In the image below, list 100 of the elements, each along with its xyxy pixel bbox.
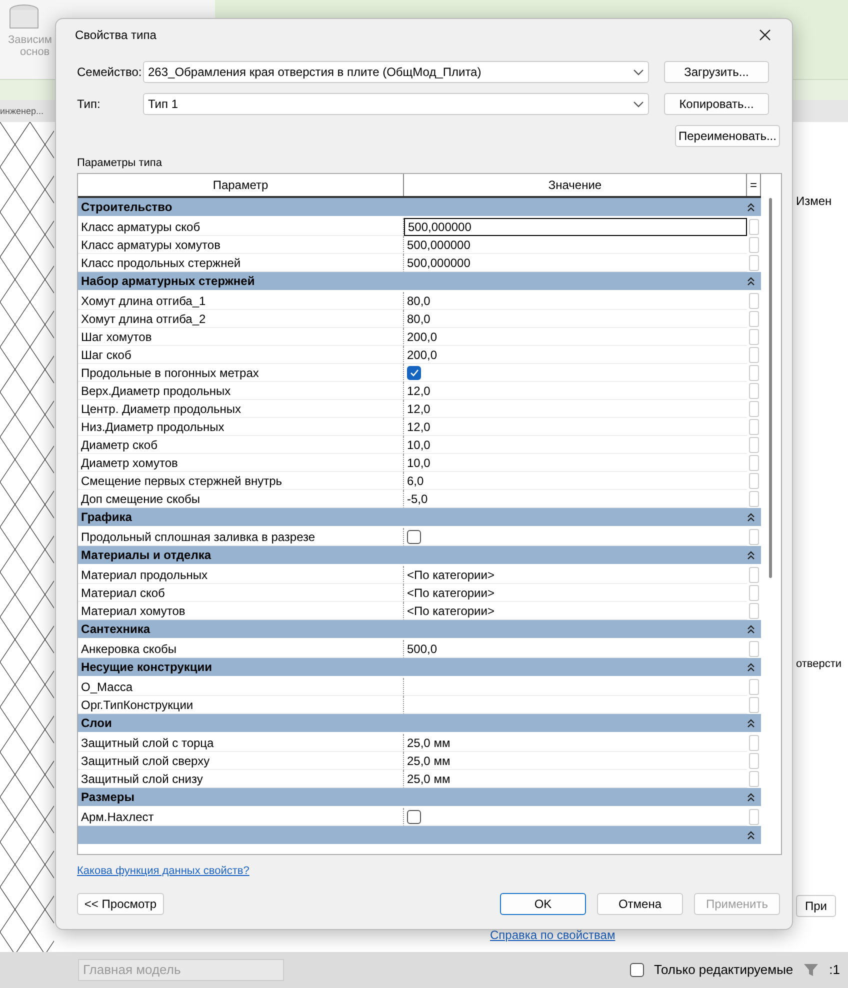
field-label: Тип: xyxy=(77,97,102,111)
scrollbar-thumb[interactable] xyxy=(768,198,772,578)
parameter-value[interactable]: 25,0 мм xyxy=(404,752,747,770)
associate-parameter-button[interactable] xyxy=(749,641,759,657)
associate-parameter-button[interactable] xyxy=(749,771,759,787)
parameter-value[interactable]: 12,0 xyxy=(404,400,747,418)
dialog-title: Свойства типа xyxy=(74,28,156,42)
side-button[interactable]: Копировать... xyxy=(664,93,769,115)
collapse-icon[interactable] xyxy=(747,202,755,212)
parameter-value[interactable]: 80,0 xyxy=(404,292,747,310)
field-label: Семейство: xyxy=(77,65,143,79)
group-header[interactable]: Набор арматурных стержней xyxy=(78,272,761,292)
collapse-icon[interactable] xyxy=(747,624,755,634)
ribbon-label: основ xyxy=(20,46,50,58)
parameter-value[interactable]: 200,0 xyxy=(404,346,747,364)
dropdown-caret-icon[interactable] xyxy=(633,100,644,108)
apply-button[interactable]: При xyxy=(796,894,836,917)
parameter-value[interactable]: 10,0 xyxy=(404,454,747,472)
view-tab[interactable]: инженер... xyxy=(0,106,44,116)
group-header[interactable]: Несущие конструкции xyxy=(78,658,761,678)
parameter-name: Материал скоб xyxy=(78,584,404,602)
parameter-name: Верх.Диаметр продольных xyxy=(78,382,404,400)
value-checkbox[interactable] xyxy=(407,366,421,380)
dropdown-caret-icon[interactable] xyxy=(633,68,644,76)
associate-parameter-button[interactable] xyxy=(749,419,759,435)
associate-parameter-button[interactable] xyxy=(749,585,759,601)
associate-parameter-button[interactable] xyxy=(749,679,759,695)
associate-parameter-button[interactable] xyxy=(749,365,759,381)
side-button[interactable]: Загрузить... xyxy=(664,61,769,83)
parameter-name: Смещение первых стержней внутрь xyxy=(78,472,404,490)
collapse-icon[interactable] xyxy=(747,830,755,840)
parameter-value[interactable]: 10,0 xyxy=(404,436,747,454)
collapse-icon[interactable] xyxy=(747,718,755,728)
associate-parameter-button[interactable] xyxy=(749,567,759,583)
parameter-name: Класс арматуры скоб xyxy=(78,218,404,236)
property-value: отверсти xyxy=(796,658,843,670)
associate-parameter-button[interactable] xyxy=(749,255,759,271)
parameter-value[interactable]: 200,0 xyxy=(404,328,747,346)
group-header[interactable]: Размеры xyxy=(78,788,761,808)
associate-parameter-button[interactable] xyxy=(749,455,759,471)
parameter-value[interactable]: <По категории> xyxy=(404,584,747,602)
associate-parameter-button[interactable] xyxy=(749,237,759,253)
associate-parameter-button[interactable] xyxy=(749,603,759,619)
parameter-value[interactable]: 25,0 мм xyxy=(404,734,747,752)
editable-only-checkbox[interactable] xyxy=(630,962,644,977)
parameter-name: О_Масса xyxy=(78,678,404,696)
help-link[interactable]: Какова функция данных свойств? xyxy=(77,865,250,877)
group-header[interactable]: Материалы и отделка xyxy=(78,546,761,566)
associate-parameter-button[interactable] xyxy=(749,401,759,417)
associate-parameter-button[interactable] xyxy=(749,697,759,713)
preview-button[interactable]: << Просмотр xyxy=(77,893,164,915)
associate-parameter-button[interactable] xyxy=(749,219,759,235)
collapse-icon[interactable] xyxy=(747,792,755,802)
associate-parameter-button[interactable] xyxy=(749,293,759,309)
associate-parameter-button[interactable] xyxy=(749,473,759,489)
parameter-value[interactable]: <По категории> xyxy=(404,566,747,584)
group-header[interactable]: Слои xyxy=(78,714,761,734)
associate-parameter-button[interactable] xyxy=(749,311,759,327)
collapse-icon[interactable] xyxy=(747,512,755,522)
associate-parameter-button[interactable] xyxy=(749,735,759,751)
parameter-value[interactable]: 6,0 xyxy=(404,472,747,490)
associate-parameter-button[interactable] xyxy=(749,491,759,507)
associate-parameter-button[interactable] xyxy=(749,809,759,825)
parameter-value[interactable]: 500,000000 xyxy=(404,236,747,254)
dialog-button[interactable]: Отмена xyxy=(597,893,683,915)
group-header[interactable]: Сантехника xyxy=(78,620,761,640)
parameter-name: Центр. Диаметр продольных xyxy=(78,400,404,418)
associate-parameter-button[interactable] xyxy=(749,383,759,399)
associate-parameter-button[interactable] xyxy=(749,437,759,453)
type-dropdown[interactable]: 263_Обрамления края отверстия в плите (ОбщМод_Плита) xyxy=(143,61,649,83)
parameter-name: Шаг скоб xyxy=(78,346,404,364)
parameter-value[interactable]: 12,0 xyxy=(404,382,747,400)
help-link[interactable]: Справка по свойствам xyxy=(490,928,616,942)
parameter-value[interactable]: 80,0 xyxy=(404,310,747,328)
parameter-name: Хомут длина отгиба_1 xyxy=(78,292,404,310)
rename-button[interactable]: Переименовать... xyxy=(675,125,780,147)
associate-parameter-button[interactable] xyxy=(749,329,759,345)
dialog-button[interactable]: OK xyxy=(500,893,586,915)
parameter-value[interactable]: 12,0 xyxy=(404,418,747,436)
collapse-icon[interactable] xyxy=(747,550,755,560)
type-dropdown[interactable]: Тип 1 xyxy=(143,93,649,115)
parameter-name: Класс арматуры хомутов xyxy=(78,236,404,254)
associate-parameter-button[interactable] xyxy=(749,753,759,769)
parameter-name: Хомут длина отгиба_2 xyxy=(78,310,404,328)
parameter-name: Продольные в погонных метрах xyxy=(78,364,404,382)
edit-type-label[interactable]: Измен xyxy=(796,194,848,208)
table-title: Параметры типа xyxy=(77,157,163,169)
associate-parameter-button[interactable] xyxy=(749,529,759,545)
collapse-icon[interactable] xyxy=(747,662,755,672)
group-header[interactable]: Строительство xyxy=(78,198,761,218)
collapse-icon[interactable] xyxy=(747,276,755,286)
filter-icon[interactable] xyxy=(803,962,820,978)
associate-parameter-button[interactable] xyxy=(749,347,759,363)
value-checkbox[interactable] xyxy=(407,530,421,544)
editable-only-label: Только редактируемые xyxy=(654,962,794,978)
parameter-value[interactable]: 500,000000 xyxy=(404,218,747,236)
group-header[interactable]: Графика xyxy=(78,508,761,528)
parameter-name: Низ.Диаметр продольных xyxy=(78,418,404,436)
value-checkbox[interactable] xyxy=(407,810,421,824)
close-icon[interactable] xyxy=(759,29,771,41)
